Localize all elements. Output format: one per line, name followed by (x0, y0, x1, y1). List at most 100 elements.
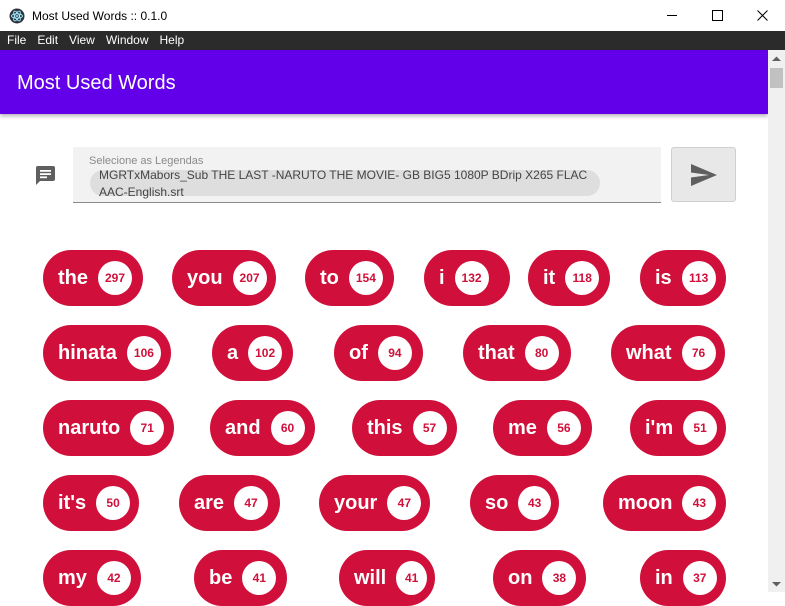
chevron-up-icon (772, 56, 781, 61)
send-icon (690, 163, 717, 186)
word-text: this (367, 416, 403, 439)
word-count-badge: 60 (270, 411, 305, 445)
word-text: i'm (645, 416, 674, 439)
word-count-badge: 132 (454, 261, 489, 295)
word-chip: on 38 (493, 550, 586, 606)
word-chip: it 118 (528, 250, 610, 306)
word-count-badge: 106 (126, 336, 161, 370)
word-count-badge: 76 (681, 336, 716, 370)
word-chip: so 43 (470, 475, 559, 531)
word-chip: be 41 (194, 550, 287, 606)
selected-file-name: MGRTxMabors_Sub THE LAST -NARUTO THE MOV… (99, 168, 588, 199)
menu-help[interactable]: Help (156, 31, 189, 50)
word-text: naruto (58, 416, 121, 439)
maximize-icon (711, 10, 723, 21)
word-count-badge: 37 (682, 561, 717, 595)
word-text: a (227, 341, 239, 364)
word-chip: what 76 (611, 325, 725, 381)
word-text: hinata (58, 341, 117, 364)
chevron-down-icon (772, 581, 781, 586)
scroll-thumb[interactable] (770, 68, 783, 88)
subtitles-icon (34, 165, 56, 185)
word-text: your (334, 491, 378, 514)
word-chip: it's 50 (43, 475, 139, 531)
word-text: that (478, 341, 515, 364)
word-text: it's (58, 491, 87, 514)
word-count-badge: 42 (96, 561, 131, 595)
word-chip: i 132 (424, 250, 510, 306)
word-count-badge: 207 (232, 261, 267, 295)
word-chip: this 57 (352, 400, 457, 456)
word-text: to (320, 266, 339, 289)
word-text: will (354, 566, 387, 589)
scroll-up-button[interactable] (768, 50, 785, 67)
word-count-badge: 47 (234, 486, 269, 520)
word-chip: of 94 (334, 325, 423, 381)
word-count-badge: 80 (524, 336, 559, 370)
word-text: what (626, 341, 672, 364)
vertical-scrollbar[interactable] (768, 50, 785, 592)
word-count-badge: 57 (412, 411, 447, 445)
word-count-badge: 47 (387, 486, 422, 520)
word-text: me (508, 416, 537, 439)
title-bar: Most Used Words :: 0.1.0 (0, 0, 785, 31)
electron-app-icon (9, 8, 25, 24)
close-icon (756, 10, 768, 21)
word-text: in (655, 566, 673, 589)
word-count-badge: 50 (96, 486, 131, 520)
word-chip: a 102 (212, 325, 293, 381)
word-count-badge: 43 (518, 486, 551, 520)
word-count-badge: 43 (682, 486, 717, 520)
menu-file[interactable]: File (3, 31, 30, 50)
word-text: my (58, 566, 87, 589)
word-chip: your 47 (319, 475, 430, 531)
word-text: so (485, 491, 509, 514)
word-chip: moon 43 (603, 475, 726, 531)
word-count-badge: 94 (377, 336, 412, 370)
menu-edit[interactable]: Edit (33, 31, 62, 50)
word-chip: will 41 (339, 550, 435, 606)
word-count-badge: 51 (683, 411, 718, 445)
menu-bar: File Edit View Window Help (0, 31, 785, 50)
word-text: moon (618, 491, 673, 514)
word-count-badge: 41 (396, 561, 427, 595)
word-text: is (655, 266, 672, 289)
word-chip: you 207 (172, 250, 276, 306)
word-chip: in 37 (640, 550, 726, 606)
word-chip: my 42 (43, 550, 141, 606)
word-text: are (194, 491, 225, 514)
word-chip: hinata 106 (43, 325, 171, 381)
word-count-badge: 41 (242, 561, 277, 595)
word-chip: to 154 (305, 250, 394, 306)
word-count-badge: 297 (98, 261, 132, 295)
word-chip: the 297 (43, 250, 143, 306)
word-chip: that 80 (463, 325, 571, 381)
word-text: i (439, 266, 445, 289)
app-bar: Most Used Words (0, 50, 768, 114)
word-chip: naruto 71 (43, 400, 174, 456)
minimize-button[interactable] (649, 0, 695, 31)
menu-window[interactable]: Window (102, 31, 153, 50)
window-title: Most Used Words :: 0.1.0 (32, 8, 168, 23)
word-chip: are 47 (179, 475, 280, 531)
word-text: be (209, 566, 233, 589)
word-text: the (58, 266, 88, 289)
word-chip: is 113 (640, 250, 726, 306)
word-count-badge: 38 (542, 561, 577, 595)
close-button[interactable] (739, 0, 785, 31)
scroll-down-button[interactable] (768, 575, 785, 592)
word-count-badge: 154 (348, 261, 383, 295)
maximize-button[interactable] (694, 0, 740, 31)
subtitle-file-field[interactable]: Selecione as Legendas MGRTxMabors_Sub TH… (73, 147, 661, 203)
word-count-badge: 118 (565, 261, 600, 295)
menu-view[interactable]: View (65, 31, 99, 50)
word-text: you (187, 266, 223, 289)
word-count-badge: 56 (546, 411, 581, 445)
word-chip: i'm 51 (630, 400, 726, 456)
word-count-badge: 102 (248, 336, 283, 370)
word-chip: and 60 (210, 400, 315, 456)
file-field-label: Selecione as Legendas (89, 155, 204, 167)
page-title: Most Used Words (17, 72, 176, 94)
word-text: it (543, 266, 556, 289)
process-button[interactable] (671, 147, 736, 202)
